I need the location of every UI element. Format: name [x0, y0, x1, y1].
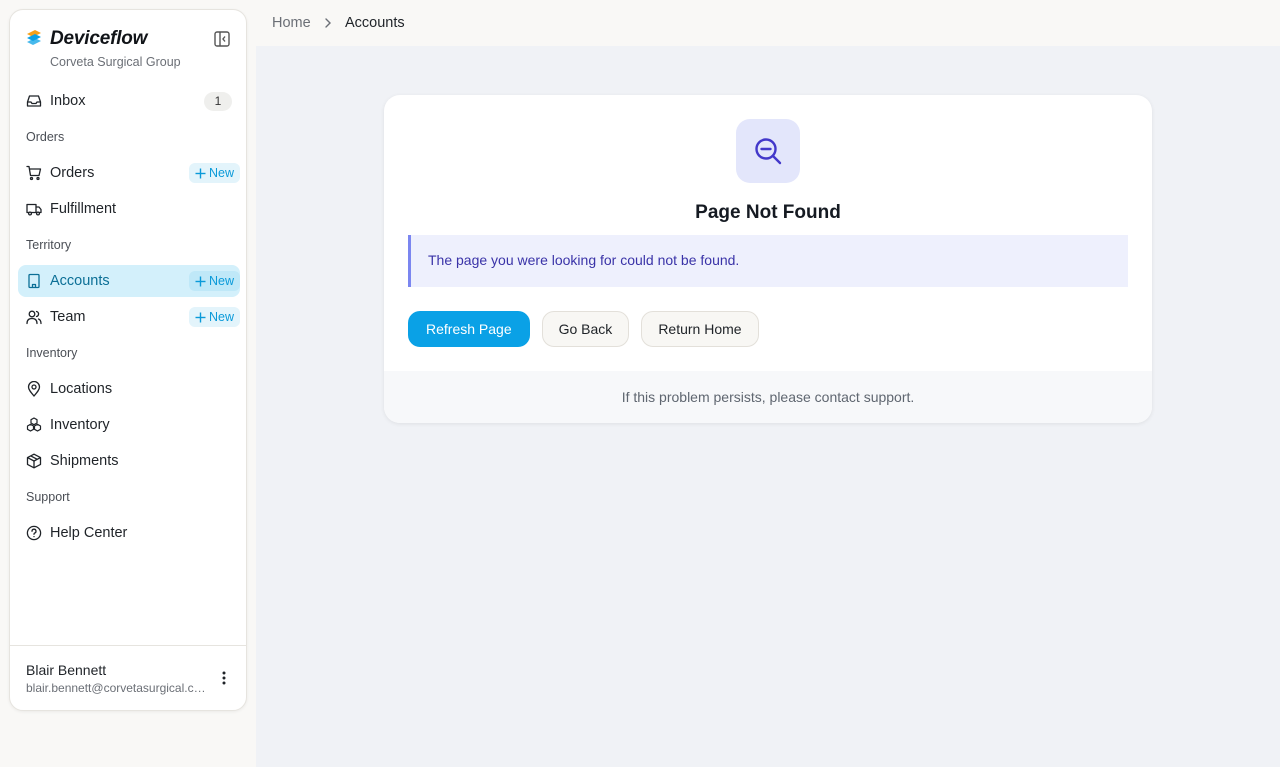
help-circle-icon	[26, 525, 42, 541]
error-icon-container	[736, 119, 800, 183]
brand-name: Deviceflow	[50, 28, 148, 49]
brand: Deviceflow	[26, 28, 236, 50]
shopping-cart-icon	[26, 165, 42, 181]
breadcrumb: Home Accounts	[256, 0, 1280, 46]
new-label: New	[208, 274, 234, 288]
user-menu-button[interactable]	[214, 668, 234, 688]
refresh-page-button[interactable]: Refresh Page	[408, 311, 530, 347]
sidebar-item-label: Accounts	[50, 273, 110, 289]
boxes-icon	[26, 417, 42, 432]
sidebar-item-inventory[interactable]: Inventory	[18, 409, 240, 441]
sidebar-item-label: Shipments	[50, 453, 119, 469]
new-account-button[interactable]: New	[188, 271, 240, 291]
sidebar-item-inbox[interactable]: Inbox 1	[18, 85, 240, 117]
sidebar-item-locations[interactable]: Locations	[18, 373, 240, 405]
package-icon	[26, 453, 42, 469]
support-note: If this problem persists, please contact…	[384, 371, 1152, 423]
sidebar-item-label: Inventory	[50, 417, 110, 433]
section-label-inventory: Inventory	[26, 346, 78, 360]
inbox-icon	[26, 95, 42, 107]
error-message: The page you were looking for could not …	[428, 252, 740, 268]
user-profile: Blair Bennett blair.bennett@corvetasurgi…	[10, 645, 246, 710]
sidebar-item-accounts[interactable]: Accounts New	[18, 265, 240, 297]
inbox-count-badge: 1	[204, 92, 232, 111]
plus-icon	[195, 312, 206, 322]
plus-icon	[195, 276, 206, 286]
building-icon	[28, 273, 40, 289]
new-team-member-button[interactable]: New	[188, 307, 240, 327]
map-pin-icon	[27, 381, 41, 397]
organization-name: Corveta Surgical Group	[50, 55, 181, 69]
chevron-right-icon	[325, 18, 331, 28]
deviceflow-logo-icon	[27, 30, 41, 45]
zoom-out-icon	[755, 138, 782, 165]
new-order-button[interactable]: New	[188, 163, 240, 183]
truck-icon	[26, 203, 42, 216]
breadcrumb-current: Accounts	[345, 15, 405, 31]
new-label: New	[208, 310, 234, 324]
error-alert: The page you were looking for could not …	[408, 235, 1128, 287]
error-card: Page Not Found The page you were looking…	[384, 95, 1152, 423]
page-title: Page Not Found	[695, 202, 841, 223]
sidebar: Deviceflow Corveta Surgical Group Inbox …	[9, 9, 247, 711]
sidebar-item-label: Fulfillment	[50, 201, 117, 217]
sidebar-item-label: Orders	[50, 165, 95, 181]
section-label-orders: Orders	[26, 130, 65, 144]
users-icon	[26, 310, 42, 325]
go-back-button[interactable]: Go Back	[541, 311, 630, 347]
sidebar-item-orders[interactable]: Orders New	[18, 157, 240, 189]
sidebar-item-shipments[interactable]: Shipments	[18, 445, 240, 477]
main-content: Page Not Found The page you were looking…	[256, 46, 1280, 767]
sidebar-item-label: Help Center	[50, 525, 128, 541]
sidebar-item-fulfillment[interactable]: Fulfillment	[18, 193, 240, 225]
sidebar-item-help-center[interactable]: Help Center	[18, 517, 240, 549]
section-label-support: Support	[26, 490, 70, 504]
sidebar-item-label: Team	[50, 309, 86, 325]
collapse-sidebar-button[interactable]	[212, 29, 232, 49]
return-home-button[interactable]: Return Home	[641, 311, 759, 347]
new-label: New	[208, 166, 234, 180]
more-vertical-icon	[222, 671, 226, 685]
section-label-territory: Territory	[26, 238, 72, 252]
sidebar-item-label: Inbox	[50, 93, 86, 109]
breadcrumb-home-link[interactable]: Home	[272, 15, 311, 31]
sidebar-nav: Inbox 1 Orders Orders New Fulfillment Te…	[18, 85, 240, 553]
sidebar-item-team[interactable]: Team New	[18, 301, 240, 333]
plus-icon	[195, 168, 206, 178]
user-name: Blair Bennett	[26, 662, 107, 678]
user-email: blair.bennett@corvetasurgical.com	[26, 681, 210, 695]
error-actions: Refresh Page Go Back Return Home	[408, 311, 759, 347]
sidebar-item-label: Locations	[50, 381, 113, 397]
sidebar-collapse-icon	[214, 31, 230, 47]
